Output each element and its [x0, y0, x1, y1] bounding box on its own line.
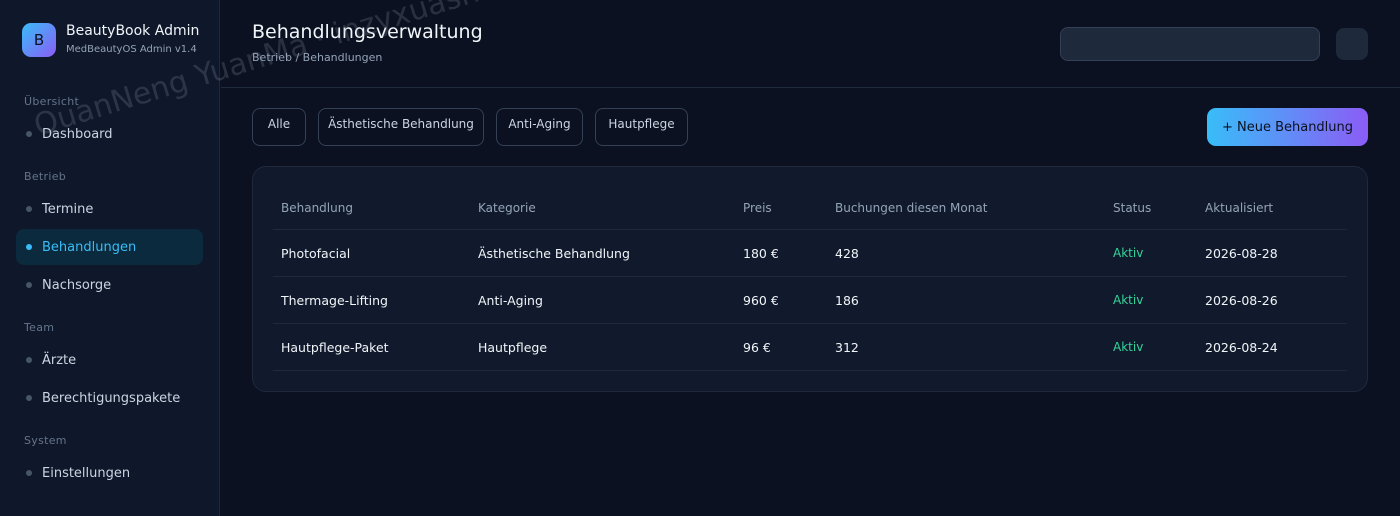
- bullet-icon: [26, 244, 32, 250]
- brand-name: BeautyBook Admin: [66, 23, 200, 39]
- sidebar: B BeautyBook Admin MedBeautyOS Admin v1.…: [0, 0, 220, 516]
- column-header[interactable]: Preis: [743, 201, 772, 215]
- sidebar-item-label: Termine: [42, 201, 94, 217]
- treatments-table: Behandlung Kategorie Preis Buchungen die…: [252, 166, 1368, 392]
- treatment-category: Hautpflege: [478, 340, 548, 355]
- updated-date: 2026-08-26: [1205, 293, 1278, 308]
- treatment-name: Hautpflege-Paket: [281, 340, 389, 355]
- treatment-price: 96 €: [743, 340, 771, 355]
- status-badge: Aktiv: [1113, 246, 1144, 260]
- bookings-count: 428: [835, 246, 859, 261]
- brand: B BeautyBook Admin MedBeautyOS Admin v1.…: [22, 22, 199, 58]
- sidebar-item-appointments[interactable]: Termine: [16, 191, 203, 227]
- brand-logo: B: [22, 23, 56, 57]
- treatment-category: Ästhetische Behandlung: [478, 246, 630, 261]
- bullet-icon: [26, 395, 32, 401]
- filter-chip-anti-aging[interactable]: Anti-Aging: [496, 108, 583, 146]
- divider: [273, 323, 1347, 324]
- sidebar-item-label: Behandlungen: [42, 239, 137, 255]
- page-title: Behandlungsverwaltung: [252, 21, 483, 43]
- sidebar-item-permission-packages[interactable]: Berechtigungspakete: [16, 380, 203, 416]
- sidebar-item-label: Berechtigungspakete: [42, 390, 181, 406]
- nav-section-team: Team: [24, 321, 55, 334]
- search-input[interactable]: [1060, 27, 1320, 61]
- breadcrumb: Betrieb / Behandlungen: [252, 51, 383, 64]
- column-header[interactable]: Buchungen diesen Monat: [835, 201, 987, 215]
- bullet-icon: [26, 206, 32, 212]
- bullet-icon: [26, 470, 32, 476]
- bullet-icon: [26, 282, 32, 288]
- filter-chip-aesthetic[interactable]: Ästhetische Behandlung: [318, 108, 484, 146]
- treatment-price: 960 €: [743, 293, 779, 308]
- sidebar-item-label: Einstellungen: [42, 465, 131, 481]
- updated-date: 2026-08-24: [1205, 340, 1278, 355]
- sidebar-item-doctors[interactable]: Ärzte: [16, 342, 203, 378]
- divider: [273, 370, 1347, 371]
- bookings-count: 186: [835, 293, 859, 308]
- column-header[interactable]: Kategorie: [478, 201, 536, 215]
- treatment-price: 180 €: [743, 246, 779, 261]
- nav-section-operations: Betrieb: [24, 170, 67, 183]
- sidebar-item-dashboard[interactable]: Dashboard: [16, 116, 203, 152]
- status-badge: Aktiv: [1113, 293, 1144, 307]
- divider: [273, 276, 1347, 277]
- bullet-icon: [26, 357, 32, 363]
- sidebar-item-settings[interactable]: Einstellungen: [16, 455, 203, 491]
- sidebar-item-treatments[interactable]: Behandlungen: [16, 229, 203, 265]
- brand-subtitle: MedBeautyOS Admin v1.4: [66, 44, 197, 55]
- treatment-name: Thermage-Lifting: [281, 293, 388, 308]
- updated-date: 2026-08-28: [1205, 246, 1278, 261]
- column-header[interactable]: Status: [1113, 201, 1151, 215]
- sidebar-item-label: Ärzte: [42, 352, 77, 368]
- nav-section-overview: Übersicht: [24, 95, 80, 108]
- top-bar: Behandlungsverwaltung Betrieb / Behandlu…: [221, 0, 1400, 88]
- sidebar-item-label: Dashboard: [42, 126, 113, 142]
- sidebar-item-aftercare[interactable]: Nachsorge: [16, 267, 203, 303]
- notification-button[interactable]: [1336, 28, 1368, 60]
- treatment-category: Anti-Aging: [478, 293, 543, 308]
- status-badge: Aktiv: [1113, 340, 1144, 354]
- divider: [273, 229, 1347, 230]
- bullet-icon: [26, 131, 32, 137]
- new-treatment-button[interactable]: + Neue Behandlung: [1207, 108, 1368, 146]
- filter-chip-all[interactable]: Alle: [252, 108, 306, 146]
- column-header[interactable]: Aktualisiert: [1205, 201, 1273, 215]
- column-header[interactable]: Behandlung: [281, 201, 353, 215]
- treatment-name: Photofacial: [281, 246, 351, 261]
- bookings-count: 312: [835, 340, 859, 355]
- sidebar-item-label: Nachsorge: [42, 277, 112, 293]
- nav-section-system: System: [24, 434, 67, 447]
- filter-chip-skincare[interactable]: Hautpflege: [595, 108, 688, 146]
